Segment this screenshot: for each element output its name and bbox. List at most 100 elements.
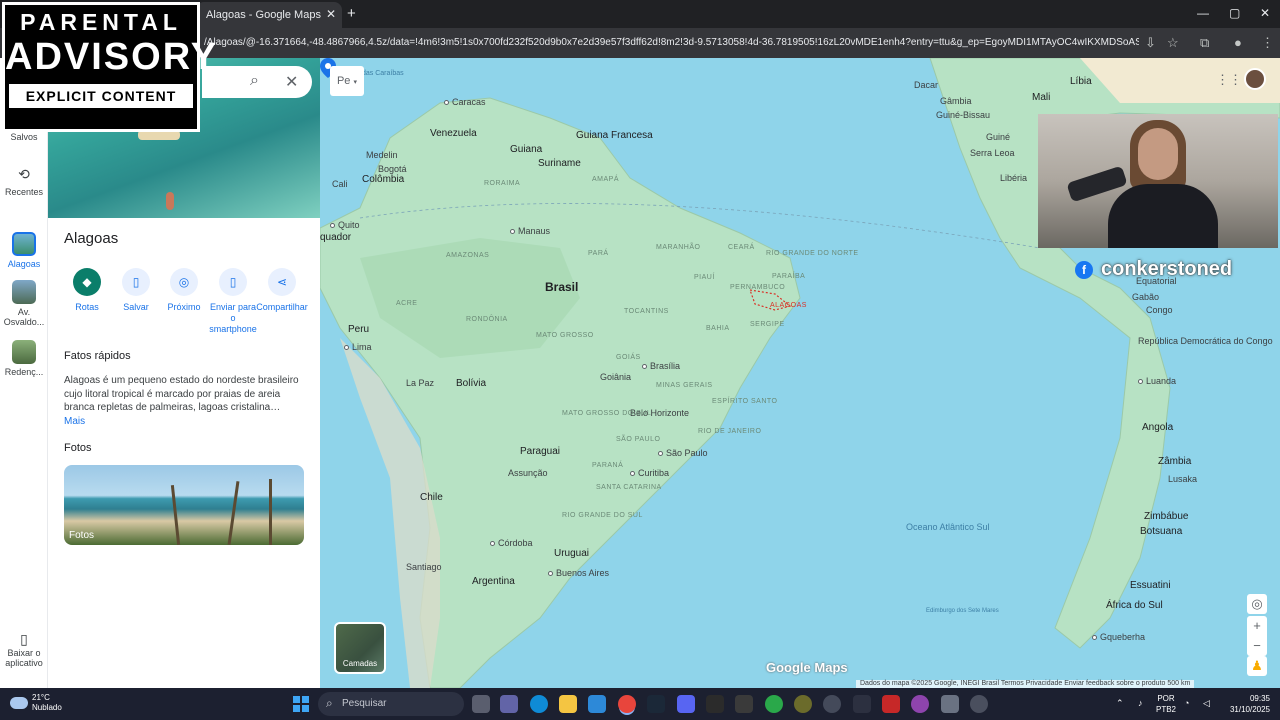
country-label[interactable]: Botsuana xyxy=(1140,526,1182,537)
app-icon[interactable] xyxy=(735,695,753,713)
clock[interactable]: 09:35 31/10/2025 xyxy=(1222,693,1270,715)
country-label[interactable]: Paraguai xyxy=(520,446,560,457)
country-label[interactable]: Guiana Francesa xyxy=(576,130,653,141)
rail-download-app[interactable]: ▯ Baixar o aplicativo xyxy=(0,632,48,668)
city-label[interactable]: Caracas xyxy=(444,97,486,107)
city-label[interactable]: Santiago xyxy=(406,562,442,572)
start-button[interactable] xyxy=(293,696,309,712)
language-indicator[interactable]: POR PTB2 xyxy=(1156,693,1176,715)
country-label[interactable]: Libéria xyxy=(1000,173,1027,183)
photo-thumbnail[interactable]: Fotos xyxy=(64,465,304,545)
city-label[interactable]: Assunção xyxy=(508,468,548,478)
country-label[interactable]: Mali xyxy=(1032,92,1050,103)
country-label[interactable]: Gabão xyxy=(1132,292,1159,302)
settings-icon[interactable] xyxy=(941,695,959,713)
country-label[interactable]: Argentina xyxy=(472,576,515,587)
tray-chevron-icon[interactable]: ⌃ xyxy=(1116,698,1124,709)
zoom-in-button[interactable]: + xyxy=(1247,616,1267,636)
apps-grid-icon[interactable]: ⋮⋮ xyxy=(1216,72,1242,88)
task-view-icon[interactable] xyxy=(472,695,490,713)
city-label[interactable]: Bogotá xyxy=(378,164,407,174)
send-to-phone-button[interactable]: ▯ Enviar para o smartphone xyxy=(207,268,259,335)
country-label[interactable]: Gâmbia xyxy=(940,96,972,106)
extensions-icon[interactable]: ⧉ xyxy=(1200,35,1209,51)
city-label[interactable]: Córdoba xyxy=(490,538,533,548)
more-link[interactable]: Mais xyxy=(64,416,85,427)
country-label[interactable]: Venezuela xyxy=(430,128,477,139)
taskbar-search[interactable]: ⌕ Pesquisar xyxy=(318,692,464,716)
country-label[interactable]: Zâmbia xyxy=(1158,456,1191,467)
country-label[interactable]: República Democrática do Congo xyxy=(1138,336,1273,347)
directions-button[interactable]: ◆ Rotas xyxy=(62,268,112,313)
steam-icon[interactable] xyxy=(647,695,665,713)
country-label[interactable]: Colômbia xyxy=(362,174,404,185)
minimize-button[interactable]: — xyxy=(1197,6,1209,20)
close-icon[interactable]: ✕ xyxy=(285,72,298,92)
city-label[interactable]: Quito xyxy=(330,220,360,230)
country-label[interactable]: quador xyxy=(320,232,351,243)
save-button[interactable]: ▯ Salvar xyxy=(111,268,161,313)
menu-icon[interactable]: ⋮ xyxy=(1261,35,1274,51)
file-explorer-icon[interactable] xyxy=(559,695,577,713)
store-icon[interactable] xyxy=(588,695,606,713)
city-label[interactable]: São Paulo xyxy=(658,448,708,458)
rail-saved[interactable]: Salvos xyxy=(0,132,48,142)
nearby-button[interactable]: ◎ Próximo xyxy=(159,268,209,313)
country-label[interactable]: Guiné xyxy=(986,132,1010,142)
tab-google-maps[interactable]: Alagoas - Google Maps ✕ xyxy=(196,2,342,28)
install-app-icon[interactable]: ⇩ xyxy=(1145,35,1156,51)
country-label[interactable]: Peru xyxy=(348,324,369,335)
share-button[interactable]: ⋖ Compartilhar xyxy=(255,268,309,313)
edge-icon[interactable] xyxy=(530,695,548,713)
network-icon[interactable]: ◔ xyxy=(1184,698,1189,709)
state-label-alagoas[interactable]: ALAGOAS xyxy=(770,302,807,309)
search-box[interactable]: ⌕ ✕ xyxy=(202,66,312,98)
country-label[interactable]: Chile xyxy=(420,492,443,503)
city-label[interactable]: Brasília xyxy=(642,361,680,371)
close-window-button[interactable]: ✕ xyxy=(1260,6,1270,20)
city-label[interactable]: Lima xyxy=(344,342,372,352)
chrome-icon[interactable] xyxy=(618,695,636,713)
new-tab-button[interactable]: + xyxy=(347,5,356,22)
country-label[interactable]: África do Sul xyxy=(1106,600,1163,611)
city-label[interactable]: Medelin xyxy=(366,150,398,160)
avatar[interactable] xyxy=(1244,68,1266,90)
city-label[interactable]: Curitiba xyxy=(630,468,669,478)
maximize-button[interactable]: ▢ xyxy=(1229,6,1240,20)
country-label[interactable]: Líbia xyxy=(1070,76,1092,87)
app-icon[interactable] xyxy=(970,695,988,713)
country-label[interactable]: Zimbábue xyxy=(1144,511,1188,522)
mode-selector[interactable]: Pe ▾ xyxy=(330,66,364,96)
teams-icon[interactable] xyxy=(500,695,518,713)
app-icon[interactable] xyxy=(765,695,783,713)
map-attribution[interactable]: Dados do mapa ©2025 Google, INEGI Brasil… xyxy=(856,680,1195,688)
app-icon[interactable] xyxy=(853,695,871,713)
app-icon[interactable] xyxy=(911,695,929,713)
country-label[interactable]: Guiana xyxy=(510,144,542,155)
city-label[interactable]: La Paz xyxy=(406,378,434,388)
zoom-out-button[interactable]: − xyxy=(1247,636,1267,656)
city-label[interactable]: Goiânia xyxy=(600,372,631,382)
my-location-button[interactable]: ◎ xyxy=(1247,594,1267,614)
country-label[interactable]: Suriname xyxy=(538,158,581,169)
city-label[interactable]: Cali xyxy=(332,179,348,189)
discord-icon[interactable] xyxy=(677,695,695,713)
microphone-icon[interactable]: ♪ xyxy=(1138,698,1143,709)
country-label[interactable]: Uruguai xyxy=(554,548,589,559)
rail-item-redencao[interactable]: Redenç... xyxy=(0,340,48,377)
volume-icon[interactable]: ◁ xyxy=(1203,698,1210,709)
bookmark-star-icon[interactable]: ☆ xyxy=(1167,35,1179,51)
app-icon[interactable] xyxy=(882,695,900,713)
rail-item-osvaldo[interactable]: Av. Osvaldo... xyxy=(0,280,48,327)
url-field[interactable]: /Alagoas/@-16.371664,-48.4867966,4.5z/da… xyxy=(204,37,1139,48)
country-label[interactable]: Serra Leoa xyxy=(970,148,1015,158)
search-icon[interactable]: ⌕ xyxy=(250,72,259,90)
city-label[interactable]: Luanda xyxy=(1138,376,1176,386)
country-label-brasil[interactable]: Brasil xyxy=(545,280,578,294)
app-icon[interactable] xyxy=(823,695,841,713)
country-label[interactable]: Guiné-Bissau xyxy=(936,110,990,120)
city-label[interactable]: Manaus xyxy=(510,226,550,236)
country-label[interactable]: Essuatini xyxy=(1130,580,1171,591)
country-label[interactable]: Bolívia xyxy=(456,378,486,389)
city-label[interactable]: Lusaka xyxy=(1168,474,1197,484)
